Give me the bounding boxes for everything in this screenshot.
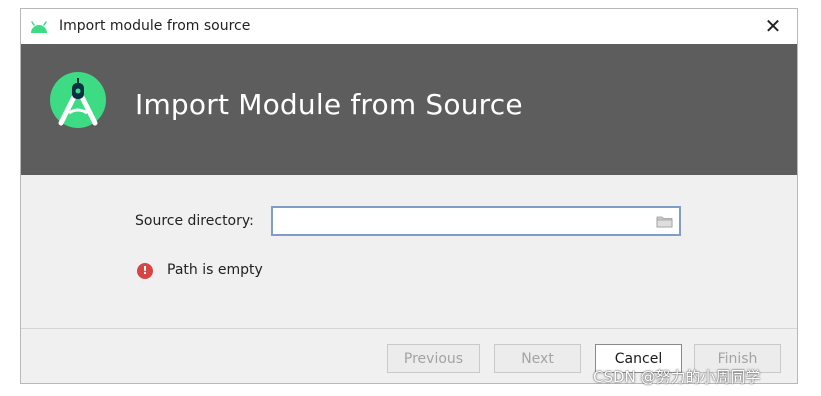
close-icon: ✕ <box>764 14 782 38</box>
window-title: Import module from source <box>59 18 251 34</box>
banner-title: Import Module from Source <box>135 88 523 121</box>
close-button[interactable]: ✕ <box>759 13 787 39</box>
android-icon <box>31 21 47 33</box>
source-directory-input[interactable] <box>273 208 643 234</box>
error-icon: ! <box>137 263 153 279</box>
validation-message: Path is empty <box>167 262 263 278</box>
title-bar: Import module from source ✕ <box>21 9 797 44</box>
import-module-dialog: Import module from source ✕ Import Modul… <box>20 8 798 384</box>
source-directory-field[interactable] <box>271 206 681 236</box>
watermark: CSDN @努力的小周同学 <box>593 368 761 386</box>
folder-icon[interactable] <box>656 215 673 228</box>
footer-divider <box>21 328 797 329</box>
source-directory-label: Source directory: <box>135 213 254 229</box>
android-studio-logo-icon <box>50 72 106 128</box>
next-button[interactable]: Next <box>494 344 581 373</box>
header-banner: Import Module from Source <box>21 44 797 175</box>
previous-button[interactable]: Previous <box>387 344 480 373</box>
